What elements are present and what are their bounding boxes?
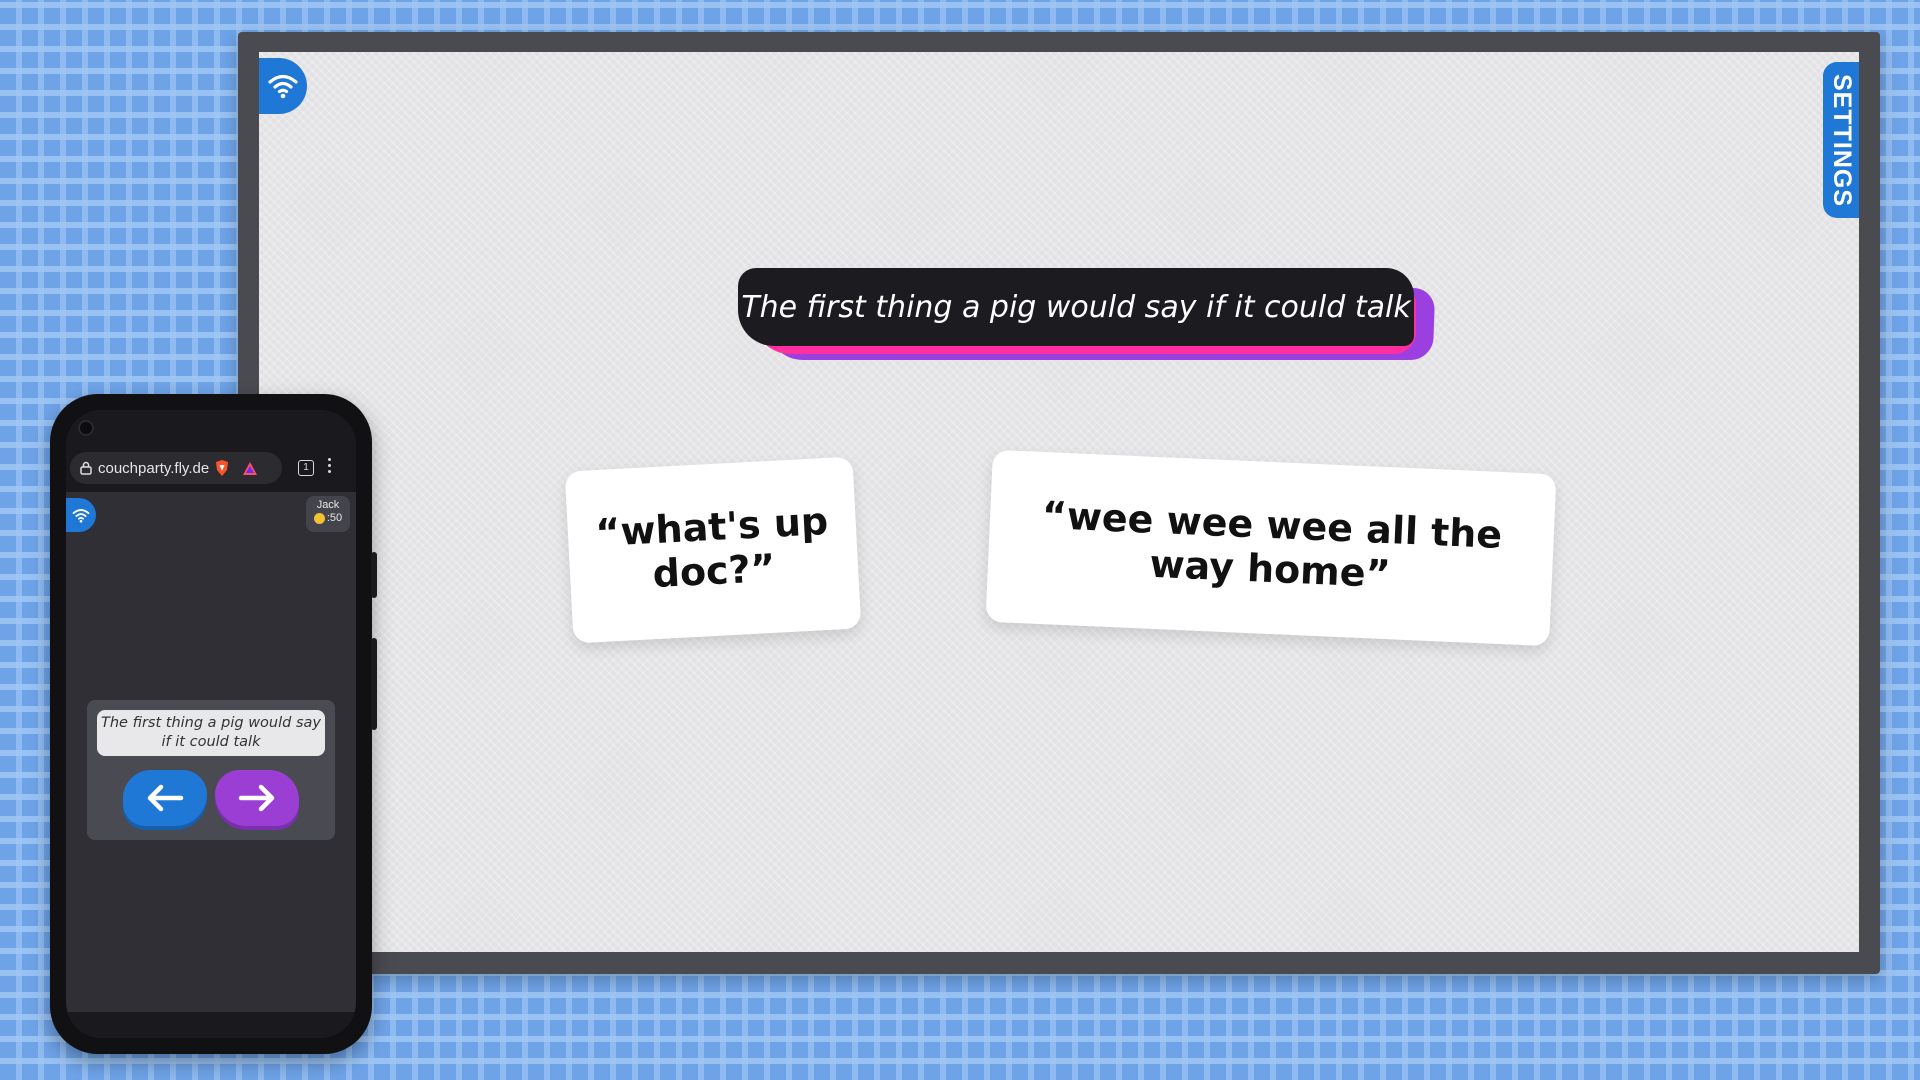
phone-nav-bar (66, 1012, 356, 1038)
next-answer-button[interactable] (215, 770, 299, 826)
player-score-value: :50 (326, 512, 343, 524)
url-text: couchparty.fly.de (98, 459, 210, 477)
player-name: Jack (316, 499, 340, 511)
prompt-text: The first thing a pig would say if it co… (741, 289, 1411, 325)
tabs-count-icon[interactable]: 1 (298, 460, 314, 476)
status-bar (66, 410, 356, 446)
connection-badge[interactable] (259, 58, 307, 114)
answer-text: “what's up doc?” (594, 499, 830, 597)
rewards-triangle-icon[interactable] (243, 461, 258, 475)
phone-power-button (371, 552, 377, 598)
answer-text: “wee wee wee all the way home” (1040, 493, 1503, 597)
settings-tab[interactable]: SETTINGS (1823, 62, 1859, 218)
brave-shield-icon[interactable] (215, 460, 229, 476)
phone-screen: couchparty.fly.de 1 Jack:50 The first t… (66, 410, 356, 1038)
prompt-banner: The first thing a pig would say if it co… (724, 268, 1436, 368)
browser-toolbar: couchparty.fly.de 1 (66, 446, 356, 492)
arrow-right-icon (238, 784, 275, 812)
wifi-icon (72, 508, 90, 523)
vote-panel: The first thing a pig would say if it co… (87, 700, 335, 840)
answer-card: “what's up doc?” (564, 456, 862, 644)
menu-dots-icon[interactable] (328, 458, 332, 476)
wifi-icon (268, 74, 298, 99)
answer-card: “wee wee wee all the way home” (985, 449, 1557, 647)
previous-answer-button[interactable] (123, 770, 207, 826)
game-screen: SETTINGS The first thing a pig would say… (259, 52, 1859, 952)
camera-icon (78, 420, 94, 436)
phone-prompt-text: The first thing a pig would say if it co… (97, 710, 325, 756)
player-badge: Jack :50 (306, 496, 350, 532)
tv-frame: SETTINGS The first thing a pig would say… (238, 32, 1880, 974)
lock-icon (80, 461, 92, 475)
phone-volume-button (371, 638, 377, 730)
address-bar[interactable]: couchparty.fly.de (70, 452, 282, 484)
prompt-box: The first thing a pig would say if it co… (738, 268, 1414, 346)
phone-device: couchparty.fly.de 1 Jack:50 The first t… (50, 394, 377, 1054)
coin-icon (313, 512, 325, 524)
phone-connection-badge[interactable] (66, 498, 96, 532)
settings-label: SETTINGS (1827, 73, 1856, 207)
player-score: :50 (306, 512, 350, 524)
arrow-left-icon (147, 784, 184, 812)
